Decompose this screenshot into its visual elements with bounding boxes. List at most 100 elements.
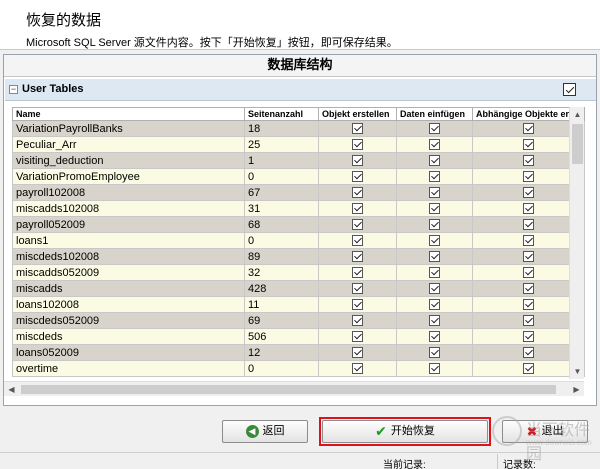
insert-data-checkbox[interactable]	[429, 299, 440, 311]
select-all-checkbox[interactable]	[563, 83, 576, 96]
create-object-checkbox[interactable]	[352, 331, 363, 343]
back-button[interactable]: ◀ 返回	[222, 420, 308, 443]
dependent-objects-checkbox[interactable]	[523, 251, 534, 263]
insert-data-checkbox[interactable]	[429, 139, 440, 151]
vertical-scroll-thumb[interactable]	[572, 124, 583, 164]
column-header-name[interactable]: Name	[12, 107, 245, 121]
exit-button[interactable]: ✖ 退出	[502, 420, 588, 443]
insert-data-checkbox[interactable]	[429, 331, 440, 343]
create-object-checkbox[interactable]	[352, 235, 363, 247]
create-object-checkbox[interactable]	[352, 187, 363, 199]
dependent-objects-checkbox[interactable]	[523, 299, 534, 311]
status-divider	[497, 454, 498, 469]
table-row[interactable]: loans052009 12	[12, 344, 585, 361]
dependent-objects-checkbox[interactable]	[523, 219, 534, 231]
insert-data-checkbox[interactable]	[429, 219, 440, 231]
table-name-cell: VariationPayrollBanks	[12, 120, 245, 137]
panel-title: 数据库结构	[4, 55, 596, 77]
horizontal-scroll-thumb[interactable]	[21, 385, 556, 394]
create-object-checkbox[interactable]	[352, 155, 363, 167]
insert-data-checkbox[interactable]	[429, 123, 440, 135]
scroll-left-icon[interactable]: ◀	[4, 382, 19, 397]
insert-data-checkbox-cell	[396, 360, 473, 377]
insert-data-checkbox[interactable]	[429, 283, 440, 295]
table-row[interactable]: payroll052009 68	[12, 216, 585, 233]
dependent-objects-checkbox[interactable]	[523, 123, 534, 135]
table-row[interactable]: miscadds052009 32	[12, 264, 585, 281]
table-row[interactable]: loans1 0	[12, 232, 585, 249]
create-object-checkbox[interactable]	[352, 251, 363, 263]
page-count-cell: 68	[244, 216, 319, 233]
insert-data-checkbox[interactable]	[429, 187, 440, 199]
create-object-checkbox[interactable]	[352, 171, 363, 183]
table-row[interactable]: VariationPromoEmployee 0	[12, 168, 585, 185]
vertical-scrollbar[interactable]: ▲ ▼	[569, 107, 584, 379]
scroll-up-icon[interactable]: ▲	[570, 107, 585, 122]
insert-data-checkbox[interactable]	[429, 155, 440, 167]
insert-data-checkbox[interactable]	[429, 171, 440, 183]
collapse-icon[interactable]: −	[9, 85, 18, 94]
dependent-objects-checkbox[interactable]	[523, 267, 534, 279]
table-row[interactable]: miscdeds 506	[12, 328, 585, 345]
create-object-checkbox[interactable]	[352, 315, 363, 327]
table-row[interactable]: VariationPayrollBanks 18	[12, 120, 585, 137]
insert-data-checkbox[interactable]	[429, 347, 440, 359]
create-object-checkbox[interactable]	[352, 363, 363, 375]
user-tables-group-header[interactable]: − User Tables	[5, 79, 596, 101]
dependent-objects-checkbox[interactable]	[523, 315, 534, 327]
scroll-right-icon[interactable]: ▶	[569, 382, 584, 397]
back-button-label: 返回	[262, 425, 285, 437]
dependent-objects-checkbox-cell	[472, 296, 585, 313]
create-object-checkbox[interactable]	[352, 123, 363, 135]
dependent-objects-checkbox[interactable]	[523, 235, 534, 247]
table-row[interactable]: loans102008 11	[12, 296, 585, 313]
create-object-checkbox[interactable]	[352, 347, 363, 359]
dependent-objects-checkbox-cell	[472, 168, 585, 185]
insert-data-checkbox[interactable]	[429, 251, 440, 263]
table-row[interactable]: miscadds102008 31	[12, 200, 585, 217]
dependent-objects-checkbox-cell	[472, 344, 585, 361]
table-row[interactable]: miscadds 428	[12, 280, 585, 297]
column-header-insert-data[interactable]: Daten einfügen	[396, 107, 473, 121]
table-name-cell: VariationPromoEmployee	[12, 168, 245, 185]
horizontal-scrollbar[interactable]: ◀ ▶	[4, 381, 584, 396]
column-header-create-object[interactable]: Objekt erstellen	[318, 107, 397, 121]
table-name-cell: overtime	[12, 360, 245, 377]
dependent-objects-checkbox[interactable]	[523, 363, 534, 375]
table-row[interactable]: Peculiar_Arr 25	[12, 136, 585, 153]
dependent-objects-checkbox[interactable]	[523, 203, 534, 215]
insert-data-checkbox[interactable]	[429, 363, 440, 375]
table-name-cell: loans1	[12, 232, 245, 249]
dependent-objects-checkbox[interactable]	[523, 171, 534, 183]
scroll-down-icon[interactable]: ▼	[570, 364, 585, 379]
table-name-cell: miscdeds102008	[12, 248, 245, 265]
column-header-pages[interactable]: Seitenanzahl	[244, 107, 319, 121]
start-recovery-button[interactable]: ✔ 开始恢复	[322, 420, 488, 443]
table-row[interactable]: miscdeds052009 69	[12, 312, 585, 329]
insert-data-checkbox[interactable]	[429, 267, 440, 279]
page-count-cell: 11	[244, 296, 319, 313]
create-object-checkbox[interactable]	[352, 299, 363, 311]
dependent-objects-checkbox[interactable]	[523, 155, 534, 167]
insert-data-checkbox[interactable]	[429, 315, 440, 327]
create-object-checkbox[interactable]	[352, 203, 363, 215]
dependent-objects-checkbox[interactable]	[523, 331, 534, 343]
create-object-checkbox[interactable]	[352, 283, 363, 295]
create-object-checkbox[interactable]	[352, 219, 363, 231]
dependent-objects-checkbox[interactable]	[523, 187, 534, 199]
dependent-objects-checkbox[interactable]	[523, 347, 534, 359]
table-row[interactable]: miscdeds102008 89	[12, 248, 585, 265]
create-object-checkbox[interactable]	[352, 267, 363, 279]
table-row[interactable]: visiting_deduction 1	[12, 152, 585, 169]
create-object-checkbox[interactable]	[352, 139, 363, 151]
page-count-cell: 428	[244, 280, 319, 297]
record-count-label: 记录数:	[503, 460, 536, 469]
insert-data-checkbox[interactable]	[429, 203, 440, 215]
table-row[interactable]: payroll102008 67	[12, 184, 585, 201]
column-header-dependent-objects[interactable]: Abhängige Objekte erstellen	[472, 107, 585, 121]
table-row[interactable]: overtime 0	[12, 360, 585, 377]
insert-data-checkbox-cell	[396, 328, 473, 345]
dependent-objects-checkbox[interactable]	[523, 283, 534, 295]
insert-data-checkbox[interactable]	[429, 235, 440, 247]
dependent-objects-checkbox[interactable]	[523, 139, 534, 151]
